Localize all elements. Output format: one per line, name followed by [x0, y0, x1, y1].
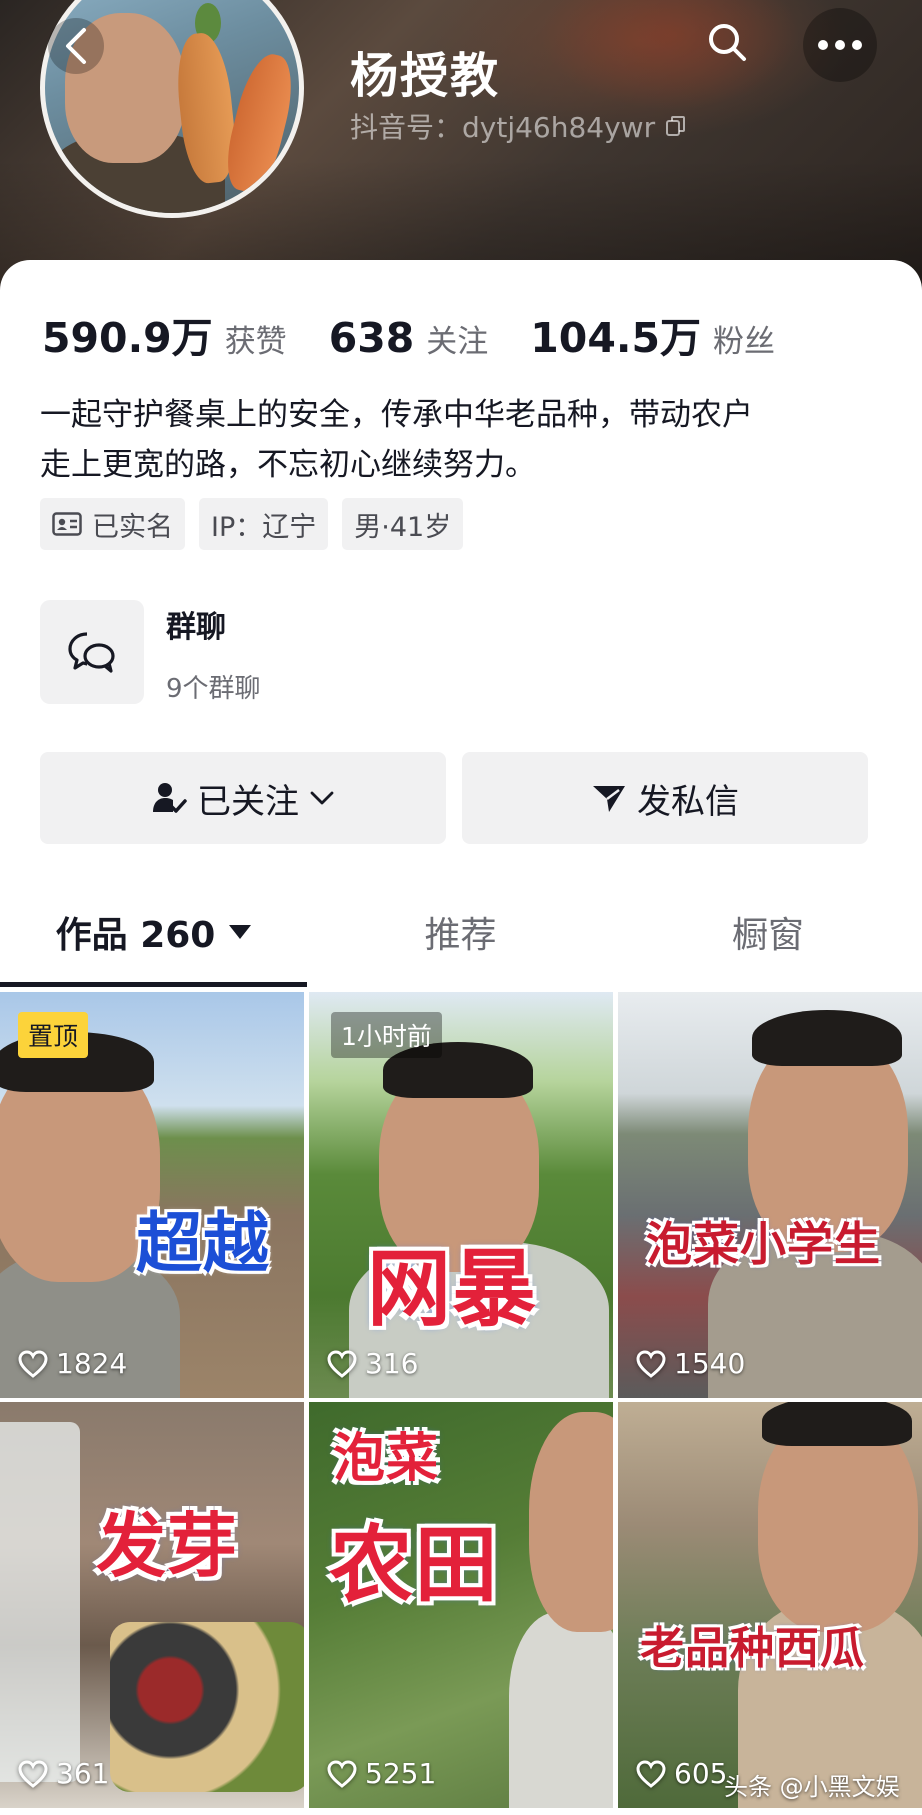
video-tile[interactable]: 发芽 361: [0, 1402, 304, 1808]
video-caption: 网暴: [367, 1240, 538, 1338]
group-chat-count: 9个群聊: [166, 674, 261, 704]
video-tile[interactable]: 泡菜小学生 1540: [618, 992, 922, 1398]
video-bean-tray: [110, 1622, 304, 1792]
tab-recommend[interactable]: 推荐: [307, 878, 614, 986]
video-tile[interactable]: 1小时前 网暴 316: [309, 992, 613, 1398]
video-caption: 农田: [329, 1516, 500, 1614]
tag-gender-age-label: 男·41岁: [354, 511, 452, 543]
heart-icon: [327, 1349, 357, 1378]
tag-ip-location: IP：辽宁: [199, 498, 329, 550]
group-chat-icon-box: [40, 600, 144, 704]
video-caption: 老品种西瓜: [640, 1623, 865, 1674]
pinned-badge: 置顶: [18, 1012, 89, 1058]
profile-tags: 已实名 IP：辽宁 男·41岁: [40, 498, 464, 550]
video-likes-count: 5251: [365, 1757, 437, 1790]
chevron-down-icon: [310, 791, 334, 805]
bio-line-2: 走上更宽的路，不忘初心继续努力。: [40, 447, 536, 483]
video-likes: 5251: [327, 1757, 436, 1790]
send-message-label: 发私信: [637, 781, 739, 822]
followed-label: 已关注: [197, 781, 299, 822]
send-icon: [593, 786, 625, 812]
profile-stats: 590.9万 获赞 638 关注 104.5万 粉丝: [42, 304, 817, 364]
heart-icon: [18, 1759, 48, 1788]
stat-following-label: 关注: [426, 324, 489, 360]
douyin-id-text: 抖音号：dytj46h84ywr: [350, 111, 656, 144]
stat-followers-label: 粉丝: [712, 324, 775, 360]
caret-down-icon: [229, 925, 252, 939]
stat-followers[interactable]: 104.5万 粉丝: [530, 304, 775, 364]
copy-icon[interactable]: [665, 115, 687, 137]
heart-icon: [327, 1759, 357, 1788]
video-caption: 发芽: [96, 1505, 238, 1587]
video-blender: [0, 1422, 80, 1782]
id-card-icon: [52, 512, 82, 536]
video-tile[interactable]: 老品种西瓜 605: [618, 1402, 922, 1808]
profile-name: 杨授教: [350, 48, 501, 104]
video-person-hair: [752, 1010, 902, 1066]
chat-bubbles-icon: [68, 632, 115, 673]
video-person-face: [529, 1412, 613, 1632]
video-grid: 置顶 超越 1824 1小时前 网暴 316 泡菜小学生 1540 发芽 361…: [0, 992, 922, 1815]
tab-works-label: 作品 260: [55, 915, 216, 956]
stat-likes-label: 获赞: [224, 324, 287, 360]
tag-verified[interactable]: 已实名: [40, 498, 185, 550]
heart-icon: [636, 1759, 666, 1788]
profile-actions: 已关注 发私信: [40, 752, 868, 844]
video-likes-count: 361: [56, 1757, 110, 1790]
back-button[interactable]: [48, 18, 104, 74]
group-chat-text: 群聊 9个群聊: [166, 600, 261, 704]
chevron-left-icon: [66, 28, 86, 64]
video-likes: 316: [327, 1347, 418, 1380]
heart-icon: [18, 1349, 48, 1378]
group-chat-entry[interactable]: 群聊 9个群聊: [40, 600, 880, 704]
video-likes: 1824: [18, 1347, 127, 1380]
video-likes-count: 605: [674, 1757, 728, 1790]
video-caption: 泡菜小学生: [646, 1217, 881, 1271]
followed-button[interactable]: 已关注: [40, 752, 446, 844]
video-likes-count: 1540: [674, 1347, 746, 1380]
stat-following-count: 638: [328, 314, 415, 362]
more-button[interactable]: [803, 8, 877, 82]
tab-active-indicator: [0, 982, 307, 987]
video-likes: 605: [636, 1757, 727, 1790]
video-likes: 1540: [636, 1347, 745, 1380]
search-button[interactable]: [699, 14, 755, 70]
tag-ip-label: IP：辽宁: [211, 511, 317, 543]
user-check-icon: [153, 783, 187, 813]
watermark: 头条 @小黑文娱: [724, 1773, 900, 1801]
stat-likes-count: 590.9万: [42, 314, 213, 362]
stat-likes[interactable]: 590.9万 获赞: [42, 304, 287, 364]
stat-following[interactable]: 638 关注: [329, 314, 489, 362]
video-person-hair: [762, 1402, 912, 1446]
video-likes: 361: [18, 1757, 109, 1790]
tab-showcase-label: 橱窗: [731, 915, 804, 956]
more-icon: [818, 40, 862, 50]
group-chat-title: 群聊: [166, 610, 226, 645]
bio-line-1: 一起守护餐桌上的安全，传承中华老品种，带动农户: [40, 397, 753, 433]
profile-tabs: 作品 260 推荐 橱窗: [0, 878, 922, 988]
video-likes-count: 316: [365, 1347, 419, 1380]
video-caption: 超越: [136, 1205, 270, 1282]
tab-showcase[interactable]: 橱窗: [614, 878, 922, 986]
tag-gender-age: 男·41岁: [342, 498, 464, 550]
video-person-body: [509, 1612, 613, 1808]
tag-verified-label: 已实名: [92, 511, 173, 543]
tab-recommend-label: 推荐: [424, 915, 497, 956]
video-tile[interactable]: 泡菜 农田 5251: [309, 1402, 613, 1808]
profile-bio: 一起守护餐桌上的安全，传承中华老品种，带动农户 走上更宽的路，不忘初心继续努力。: [40, 390, 890, 490]
send-message-button[interactable]: 发私信: [462, 752, 868, 844]
heart-icon: [636, 1349, 666, 1378]
search-icon: [709, 24, 746, 61]
stat-followers-count: 104.5万: [530, 314, 701, 362]
tab-works[interactable]: 作品 260: [0, 878, 307, 986]
posted-time-badge: 1小时前: [331, 1012, 442, 1058]
video-caption-top: 泡菜: [333, 1429, 440, 1489]
video-likes-count: 1824: [56, 1347, 128, 1380]
douyin-id[interactable]: 抖音号：dytj46h84ywr: [350, 106, 687, 146]
profile-header: 杨授教 抖音号：dytj46h84ywr: [0, 0, 922, 300]
video-tile[interactable]: 置顶 超越 1824: [0, 992, 304, 1398]
